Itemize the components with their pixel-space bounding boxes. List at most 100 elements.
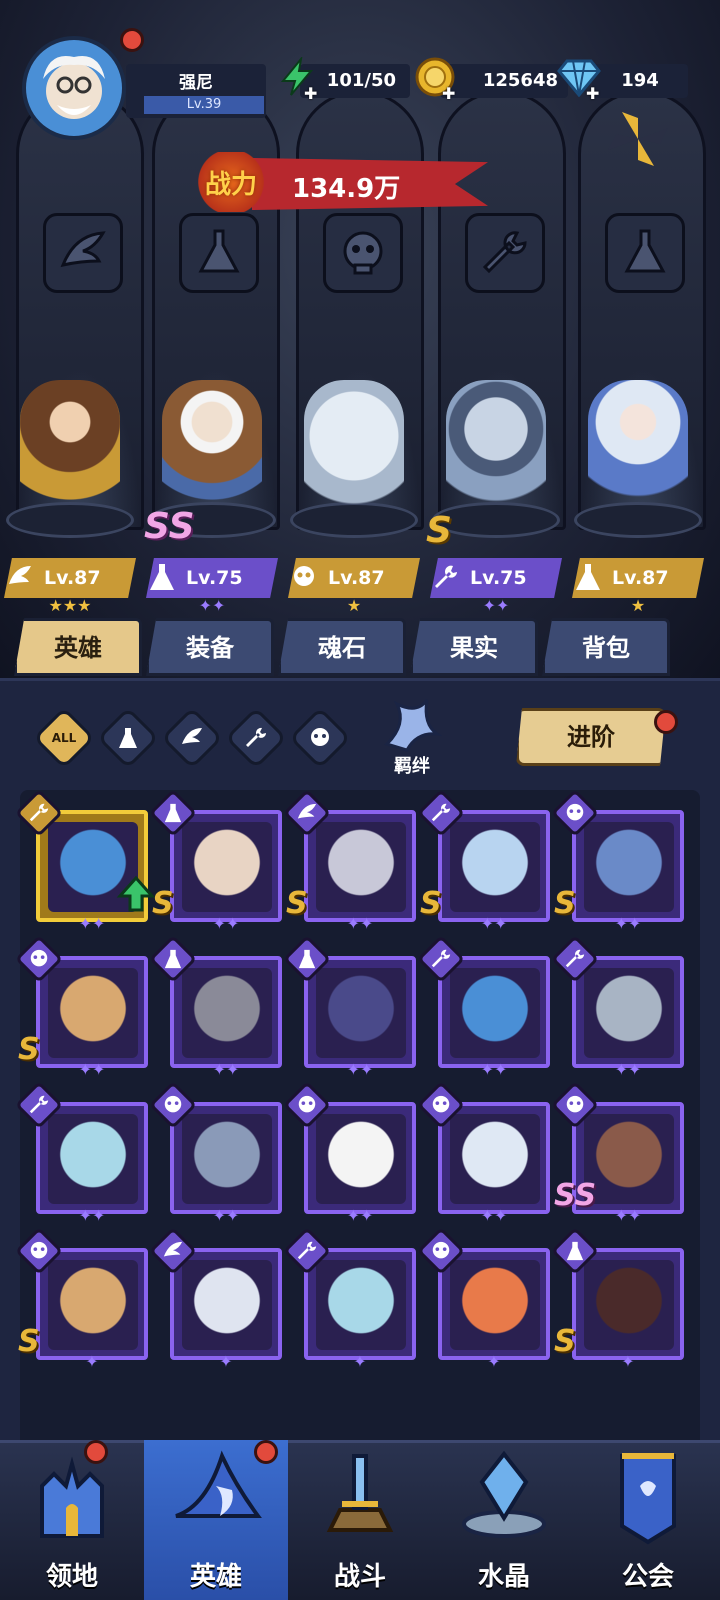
- flask-icon: [558, 1234, 592, 1268]
- hero-card[interactable]: S ✦✦: [148, 788, 288, 936]
- hero-portrait: [316, 822, 406, 912]
- tab-fruit[interactable]: 果实: [410, 618, 538, 676]
- combat-power-banner: 战力 134.9万: [196, 138, 516, 218]
- lineup-slot-5[interactable]: Lv.87 ★: [568, 370, 708, 620]
- hero-stars: ✦✦: [480, 1206, 508, 1225]
- nav-guild[interactable]: 公会: [576, 1440, 720, 1600]
- tab-backpack[interactable]: 背包: [542, 618, 670, 676]
- hero-portrait: [584, 822, 674, 912]
- lineup-slot-4[interactable]: S Lv.75 ✦✦: [426, 370, 566, 620]
- add-gold-icon[interactable]: ✚: [442, 84, 460, 103]
- bond-icon: [384, 699, 443, 752]
- hero-hat-icon: [175, 1450, 262, 1518]
- nav-heroes-label: 英雄: [189, 1562, 242, 1592]
- tab-soulstone[interactable]: 魂石: [278, 618, 406, 676]
- tab-heroes[interactable]: 英雄: [14, 618, 142, 676]
- hero-card[interactable]: ✦: [282, 1226, 422, 1374]
- lineup-stars: ✦✦: [482, 596, 510, 615]
- hero-card[interactable]: ✦✦: [282, 934, 422, 1082]
- rank-tag: S: [420, 886, 442, 921]
- nav-guild-label: 公会: [621, 1562, 674, 1592]
- hero-card[interactable]: ✦✦: [550, 934, 690, 1082]
- hero-stars: ✦✦: [212, 914, 240, 933]
- hero-stars: ✦✦: [614, 1060, 642, 1079]
- hero-robot-figure: [446, 380, 546, 520]
- upgrade-arrow-icon: [116, 875, 156, 912]
- nav-territory-label: 领地: [45, 1562, 98, 1592]
- hero-card[interactable]: SS ✦✦: [550, 1080, 690, 1228]
- hero-card[interactable]: ✦✦: [148, 934, 288, 1082]
- hero-card[interactable]: S ✦✦: [14, 934, 154, 1082]
- nav-crystal-label: 水晶: [477, 1562, 530, 1592]
- flask-icon: [624, 229, 666, 273]
- hero-portrait: [584, 968, 674, 1058]
- hero-portrait: [182, 968, 272, 1058]
- hero-stars: ✦✦: [78, 1060, 106, 1079]
- hero-card[interactable]: ✦: [416, 1226, 556, 1374]
- skull-icon: [298, 716, 342, 760]
- nav-territory[interactable]: 领地: [0, 1440, 144, 1600]
- hero-portrait: [48, 1114, 138, 1204]
- hero-card[interactable]: S ✦✦: [282, 788, 422, 936]
- hero-card[interactable]: S ✦: [14, 1226, 154, 1374]
- hero-card[interactable]: ✦✦: [14, 788, 156, 936]
- add-energy-icon[interactable]: ✚: [304, 84, 322, 103]
- diamond-icon[interactable]: ✚: [556, 54, 604, 103]
- rank-tag: S: [286, 886, 308, 921]
- hero-card[interactable]: ✦✦: [282, 1080, 422, 1228]
- hero-portrait: [48, 968, 138, 1058]
- hero-portrait: [450, 968, 540, 1058]
- lineup-stars: ★: [346, 596, 362, 615]
- nav-battle-label: 战斗: [333, 1562, 386, 1592]
- wrench-icon: [22, 1088, 56, 1122]
- hero-card[interactable]: S ✦✦: [550, 788, 690, 936]
- nav-battle[interactable]: 战斗: [288, 1440, 432, 1600]
- hero-card[interactable]: ✦✦: [148, 1080, 288, 1228]
- hero-card[interactable]: S ✦: [550, 1226, 690, 1374]
- hero-portrait: [316, 1114, 406, 1204]
- player-avatar[interactable]: [22, 36, 126, 140]
- hero-card[interactable]: ✦✦: [14, 1080, 154, 1228]
- hero-stars: ✦✦: [212, 1206, 240, 1225]
- rank-tag: S: [152, 886, 174, 921]
- lineup-stars: ★★★: [48, 596, 92, 615]
- hero-card[interactable]: ✦✦: [416, 934, 556, 1082]
- skull-icon: [424, 1234, 458, 1268]
- skull-icon: [22, 1234, 56, 1268]
- hero-stars: ✦: [487, 1352, 501, 1371]
- tab-equipment[interactable]: 装备: [146, 618, 274, 676]
- flask-icon: [106, 716, 150, 760]
- rank-tag: S: [18, 1032, 40, 1067]
- lineup-slot-3[interactable]: Lv.87 ★: [284, 370, 424, 620]
- hero-stars: ✦✦: [212, 1060, 240, 1079]
- advance-button[interactable]: 进阶: [516, 708, 666, 766]
- hero-portrait: [450, 822, 540, 912]
- hero-tabs: 英雄 装备 魂石 果实 背包: [14, 618, 714, 678]
- player-name-bar: 强尼 Lv.39: [126, 64, 266, 118]
- lineup-stars: ★: [630, 596, 646, 615]
- lineup-slot-1[interactable]: Lv.87 ★★★: [0, 370, 140, 620]
- wrench-icon: [22, 796, 56, 830]
- hero-stars: ✦: [85, 1352, 99, 1371]
- lineup-stars: ✦✦: [198, 596, 226, 615]
- flask-icon: [156, 942, 190, 976]
- skull-icon: [343, 231, 383, 275]
- pinwheel-event-icon[interactable]: [598, 106, 678, 172]
- player-level: Lv.39: [144, 96, 264, 114]
- bond-button[interactable]: 羁绊: [364, 694, 460, 784]
- hero-card[interactable]: ✦✦: [416, 1080, 556, 1228]
- nav-heroes[interactable]: 英雄: [144, 1440, 288, 1600]
- energy-icon[interactable]: ✚: [274, 54, 322, 103]
- wrench-icon: [424, 942, 458, 976]
- add-diamond-icon[interactable]: ✚: [586, 84, 604, 103]
- nav-crystal[interactable]: 水晶: [432, 1440, 576, 1600]
- hero-card[interactable]: ✦: [148, 1226, 288, 1374]
- lineup-slot-2[interactable]: SS Lv.75 ✦✦: [142, 370, 282, 620]
- hero-stars: ✦✦: [614, 1206, 642, 1225]
- avatar-notification-dot: [120, 28, 144, 52]
- gold-coin-icon[interactable]: ✚: [412, 54, 460, 103]
- combat-power-label: 战力: [196, 152, 266, 212]
- hero-card[interactable]: S ✦✦: [416, 788, 556, 936]
- battle-sword-icon: [326, 1454, 394, 1532]
- hero-portrait: [584, 1260, 674, 1350]
